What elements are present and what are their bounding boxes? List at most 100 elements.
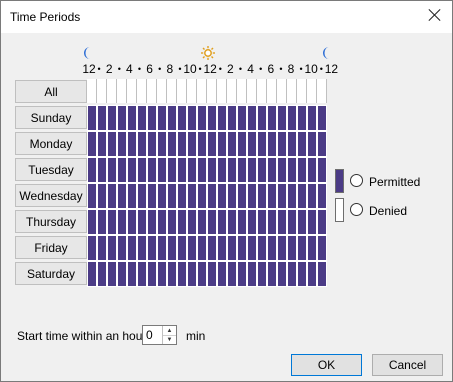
hour-column-header[interactable] — [247, 79, 257, 103]
time-slot-cell[interactable] — [257, 131, 267, 157]
time-slot-cell[interactable] — [207, 209, 217, 235]
time-slot-cell[interactable] — [87, 183, 97, 209]
time-slot-cell[interactable] — [247, 209, 257, 235]
time-slot-cell[interactable] — [157, 131, 167, 157]
time-slot-cell[interactable] — [257, 209, 267, 235]
time-slot-cell[interactable] — [97, 235, 107, 261]
time-slot-cell[interactable] — [207, 131, 217, 157]
time-slot-cell[interactable] — [107, 105, 117, 131]
time-slot-cell[interactable] — [107, 131, 117, 157]
time-slot-cell[interactable] — [177, 131, 187, 157]
hour-column-header[interactable] — [217, 79, 227, 103]
time-slot-cell[interactable] — [87, 209, 97, 235]
time-slot-cell[interactable] — [257, 105, 267, 131]
time-slot-cell[interactable] — [97, 131, 107, 157]
time-slot-cell[interactable] — [157, 183, 167, 209]
time-slot-cell[interactable] — [137, 183, 147, 209]
time-slot-cell[interactable] — [277, 235, 287, 261]
time-slot-cell[interactable] — [257, 157, 267, 183]
time-slot-cell[interactable] — [307, 157, 317, 183]
time-slot-cell[interactable] — [117, 183, 127, 209]
time-slot-cell[interactable] — [197, 261, 207, 287]
time-slot-cell[interactable] — [187, 157, 197, 183]
time-slot-cell[interactable] — [317, 105, 327, 131]
time-slot-cell[interactable] — [227, 261, 237, 287]
day-button-friday[interactable]: Friday — [15, 236, 87, 259]
day-button-wednesday[interactable]: Wednesday — [15, 184, 87, 207]
hour-column-header[interactable] — [117, 79, 127, 103]
hour-column-header[interactable] — [287, 79, 297, 103]
time-slot-cell[interactable] — [237, 157, 247, 183]
time-slot-cell[interactable] — [197, 209, 207, 235]
time-slot-cell[interactable] — [287, 235, 297, 261]
time-slot-cell[interactable] — [287, 131, 297, 157]
time-slot-cell[interactable] — [177, 261, 187, 287]
time-slot-cell[interactable] — [137, 105, 147, 131]
time-slot-cell[interactable] — [167, 209, 177, 235]
time-slot-cell[interactable] — [247, 261, 257, 287]
time-slot-cell[interactable] — [227, 105, 237, 131]
time-slot-cell[interactable] — [257, 235, 267, 261]
time-slot-cell[interactable] — [197, 131, 207, 157]
time-slot-cell[interactable] — [147, 157, 157, 183]
hour-column-header[interactable] — [167, 79, 177, 103]
time-slot-cell[interactable] — [237, 209, 247, 235]
time-slot-cell[interactable] — [237, 105, 247, 131]
hour-column-header[interactable] — [187, 79, 197, 103]
hour-column-header[interactable] — [87, 79, 97, 103]
time-slot-cell[interactable] — [317, 183, 327, 209]
time-slot-cell[interactable] — [217, 235, 227, 261]
time-slot-cell[interactable] — [297, 183, 307, 209]
time-slot-cell[interactable] — [237, 261, 247, 287]
time-slot-cell[interactable] — [177, 183, 187, 209]
hour-column-header[interactable] — [207, 79, 217, 103]
time-slot-cell[interactable] — [177, 105, 187, 131]
time-slot-cell[interactable] — [237, 131, 247, 157]
hour-column-header[interactable] — [307, 79, 317, 103]
day-button-saturday[interactable]: Saturday — [15, 262, 87, 285]
time-slot-cell[interactable] — [297, 261, 307, 287]
time-slot-cell[interactable] — [87, 261, 97, 287]
time-slot-cell[interactable] — [237, 183, 247, 209]
time-slot-cell[interactable] — [117, 209, 127, 235]
time-slot-cell[interactable] — [247, 183, 257, 209]
time-slot-cell[interactable] — [107, 183, 117, 209]
time-slot-cell[interactable] — [217, 261, 227, 287]
time-slot-cell[interactable] — [217, 157, 227, 183]
time-slot-cell[interactable] — [247, 105, 257, 131]
time-slot-cell[interactable] — [177, 235, 187, 261]
time-slot-cell[interactable] — [167, 157, 177, 183]
time-slot-cell[interactable] — [287, 157, 297, 183]
time-slot-cell[interactable] — [267, 131, 277, 157]
time-slot-cell[interactable] — [147, 209, 157, 235]
time-slot-cell[interactable] — [187, 183, 197, 209]
time-slot-cell[interactable] — [287, 261, 297, 287]
time-slot-cell[interactable] — [157, 209, 167, 235]
time-slot-cell[interactable] — [157, 235, 167, 261]
hour-column-header[interactable] — [97, 79, 107, 103]
time-slot-cell[interactable] — [97, 105, 107, 131]
time-slot-cell[interactable] — [137, 131, 147, 157]
ok-button[interactable]: OK — [291, 354, 362, 376]
denied-radio[interactable] — [350, 203, 363, 216]
time-slot-cell[interactable] — [107, 209, 117, 235]
hour-column-header[interactable] — [237, 79, 247, 103]
time-slot-cell[interactable] — [227, 209, 237, 235]
time-slot-cell[interactable] — [287, 105, 297, 131]
time-slot-cell[interactable] — [127, 209, 137, 235]
time-slot-cell[interactable] — [107, 261, 117, 287]
time-slot-cell[interactable] — [207, 235, 217, 261]
time-slot-cell[interactable] — [127, 261, 137, 287]
time-slot-cell[interactable] — [207, 157, 217, 183]
time-slot-cell[interactable] — [297, 157, 307, 183]
permitted-radio[interactable] — [350, 174, 363, 187]
close-icon[interactable] — [424, 6, 446, 28]
time-slot-cell[interactable] — [167, 131, 177, 157]
time-slot-cell[interactable] — [317, 131, 327, 157]
time-slot-cell[interactable] — [117, 105, 127, 131]
time-slot-cell[interactable] — [217, 105, 227, 131]
time-slot-cell[interactable] — [187, 209, 197, 235]
time-slot-cell[interactable] — [147, 105, 157, 131]
time-slot-cell[interactable] — [267, 157, 277, 183]
time-slot-cell[interactable] — [207, 183, 217, 209]
